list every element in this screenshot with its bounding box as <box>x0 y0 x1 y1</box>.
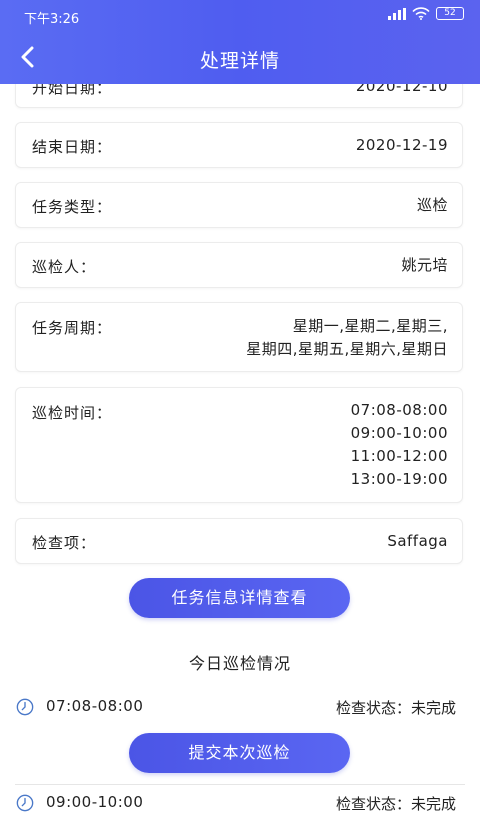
end-date-value: 2020-12-19 <box>355 136 448 154</box>
time-slot: 11:00-12:00 <box>350 447 448 465</box>
inspector-label: 巡检人： <box>32 258 97 276</box>
wifi-icon <box>412 7 430 20</box>
signal-icon <box>388 7 406 20</box>
record-divider <box>15 784 465 785</box>
task-cycle-card: 任务周期： 星期一,星期二,星期三, 星期四,星期五,星期六,星期日 <box>15 302 463 372</box>
inspection-time-label: 巡检时间： <box>32 404 113 422</box>
record-time: 07:08-08:00 <box>46 697 144 715</box>
record-row: 09:00-10:00 检查状态：未完成 <box>16 792 464 816</box>
record-status: 检查状态：未完成 <box>335 795 456 813</box>
clock-icon <box>16 698 34 716</box>
time-slot: 07:08-08:00 <box>350 401 448 419</box>
record-status: 检查状态：未完成 <box>335 699 456 717</box>
task-cycle-line: 星期四,星期五,星期六,星期日 <box>246 340 448 358</box>
end-date-card: 结束日期： 2020-12-19 <box>15 122 463 168</box>
status-bar: 下午3:26 52 <box>0 0 480 30</box>
submit-inspection-button[interactable]: 提交本次巡检 <box>129 733 350 773</box>
end-date-label: 结束日期： <box>32 138 113 156</box>
time-slot: 09:00-10:00 <box>350 424 448 442</box>
time-slot: 13:00-19:00 <box>350 470 448 488</box>
task-detail-button[interactable]: 任务信息详情查看 <box>129 578 350 618</box>
task-cycle-value: 星期一,星期二,星期三, 星期四,星期五,星期六,星期日 <box>246 315 448 361</box>
task-type-card: 任务类型： 巡检 <box>15 182 463 228</box>
status-icons: 52 <box>388 7 464 20</box>
check-item-label: 检查项： <box>32 534 97 552</box>
clock-icon <box>16 794 34 812</box>
task-type-value: 巡检 <box>416 196 448 214</box>
today-inspection-title: 今日巡检情况 <box>188 654 291 673</box>
task-cycle-label: 任务周期： <box>32 319 113 337</box>
inspector-value: 姚元培 <box>401 256 448 274</box>
inspector-card: 巡检人： 姚元培 <box>15 242 463 288</box>
inspection-time-card: 巡检时间： 07:08-08:00 09:00-10:00 11:00-12:0… <box>15 387 463 503</box>
check-item-value: Saffaga <box>387 532 448 550</box>
record-time: 09:00-10:00 <box>46 793 144 811</box>
page-title: 处理详情 <box>199 50 280 72</box>
task-type-label: 任务类型： <box>32 198 113 216</box>
status-time: 下午3:26 <box>24 12 80 27</box>
content-scroll[interactable]: 开始日期： 2020-12-10 结束日期： 2020-12-19 任务类型： … <box>0 0 480 813</box>
inspection-time-value: 07:08-08:00 09:00-10:00 11:00-12:00 13:0… <box>351 399 448 491</box>
nav-bar: 处理详情 <box>0 36 480 82</box>
task-cycle-line: 星期一,星期二,星期三, <box>292 317 448 335</box>
battery-icon: 52 <box>436 7 464 20</box>
check-item-card: 检查项： Saffaga <box>15 518 463 564</box>
app-header: 下午3:26 52 处理详情 <box>0 0 480 84</box>
record-row: 07:08-08:00 检查状态：未完成 <box>16 696 464 720</box>
